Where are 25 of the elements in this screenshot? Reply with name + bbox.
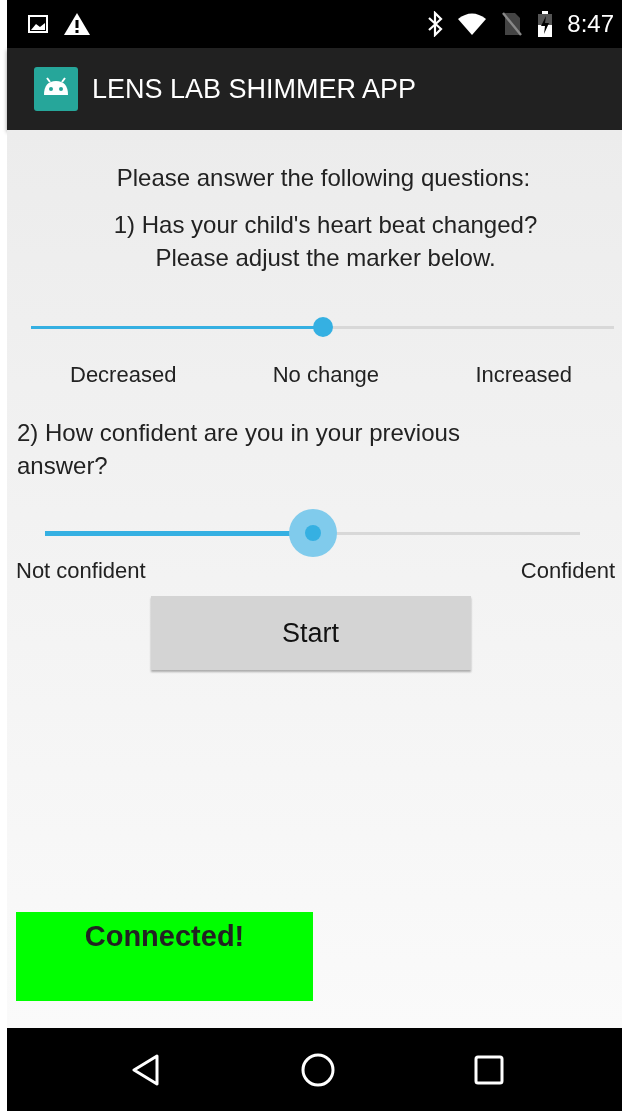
start-button[interactable]: Start: [150, 596, 471, 670]
home-icon[interactable]: [300, 1052, 335, 1087]
battery-charging-icon: [537, 10, 554, 38]
wifi-icon: [457, 12, 488, 36]
scale-label: Confident: [520, 558, 615, 584]
app-title: LENS LAB SHIMMER APP: [92, 73, 417, 105]
back-icon[interactable]: [131, 1053, 161, 1086]
warning-icon: [63, 12, 91, 36]
clock-time: 8:47: [567, 10, 614, 38]
slider-thumb[interactable]: [288, 509, 337, 557]
connection-status: Connected!: [16, 912, 313, 1001]
scale-label: Not confident: [16, 558, 146, 584]
question-text: 2) How confident are you in your previous answer?: [17, 418, 461, 481]
slider-thumb[interactable]: [312, 317, 333, 337]
recent-apps-icon[interactable]: [474, 1054, 504, 1085]
scale-label: Increased: [475, 362, 572, 388]
slider[interactable]: [45, 508, 580, 558]
android-logo-icon: [34, 67, 78, 111]
no-sim-icon: [501, 11, 524, 37]
instructions-text: Please answer the following questions:: [115, 164, 532, 192]
scale-label: No change: [272, 362, 380, 388]
bluetooth-icon: [427, 11, 444, 37]
question-text: 1) Has your child's heart beat changed? Please adjust the marker below.: [112, 210, 539, 273]
image-icon: [27, 14, 49, 34]
scale-label: Decreased: [70, 362, 177, 388]
